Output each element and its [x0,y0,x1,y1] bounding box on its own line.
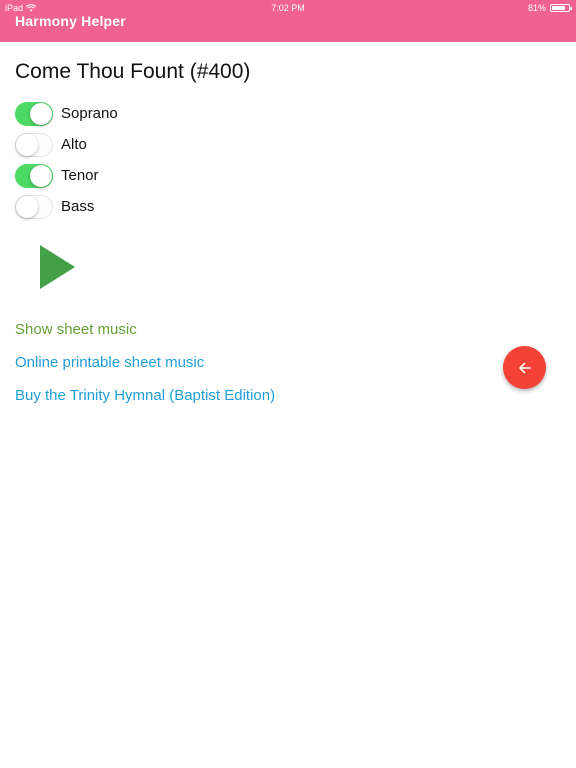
voice-row-alto: Alto [15,129,118,160]
voice-label-tenor: Tenor [61,167,99,184]
toggle-knob [30,102,52,125]
battery-percent: 81% [527,3,546,13]
toggle-knob [16,133,38,156]
tenor-toggle[interactable] [15,163,53,188]
voice-label-bass: Bass [61,198,95,215]
play-icon [40,245,75,289]
voice-label-soprano: Soprano [61,105,118,122]
battery-icon [550,4,572,12]
online-printable-sheet-music-link[interactable]: Online printable sheet music [15,354,204,371]
arrow-left-icon [518,362,531,373]
bass-toggle[interactable] [15,194,53,219]
buy-hymnal-link[interactable]: Buy the Trinity Hymnal (Baptist Edition) [15,387,275,404]
voice-row-soprano: Soprano [15,98,118,129]
play-button[interactable] [38,243,78,291]
voice-row-tenor: Tenor [15,160,118,191]
page-title: Come Thou Fount (#400) [15,60,251,83]
app-title: Harmony Helper [15,13,126,29]
status-time: 7:02 PM [271,3,305,13]
voice-label-alto: Alto [61,136,87,153]
voice-row-bass: Bass [15,191,118,222]
soprano-toggle[interactable] [15,101,53,126]
status-battery: 81% [527,3,572,13]
battery-fill [552,6,565,10]
show-sheet-music-link[interactable]: Show sheet music [15,321,137,338]
app-header: iPad 7:02 PM 81% Harmony Helper [0,0,576,42]
back-fab-button[interactable] [503,346,546,389]
alto-toggle[interactable] [15,132,53,157]
toggle-knob [16,195,38,218]
voice-toggle-list: Soprano Alto Tenor Bass [15,98,118,222]
toggle-knob [30,164,52,187]
